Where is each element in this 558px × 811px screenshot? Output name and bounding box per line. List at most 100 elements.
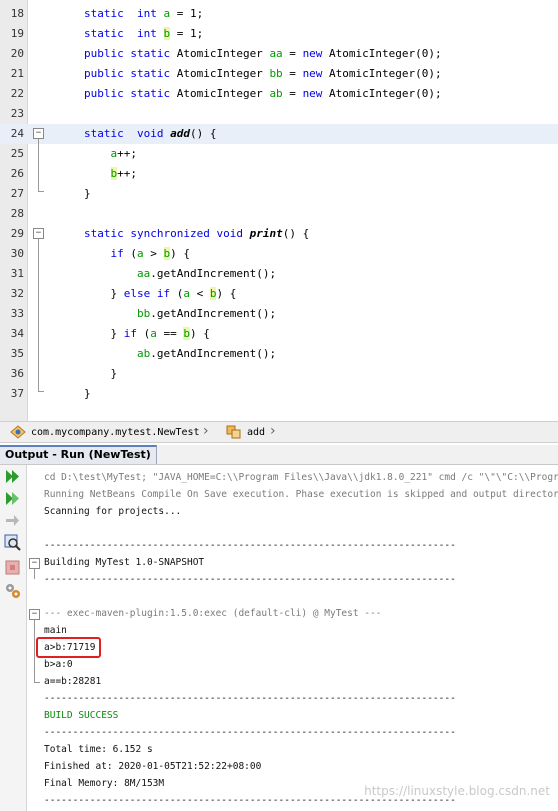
line-number: 36	[10, 367, 24, 380]
code-line[interactable]: 29 static synchronized void print() {	[0, 224, 558, 244]
line-number: 29	[10, 227, 24, 240]
code-line[interactable]: 34 } if (a == b) {	[0, 324, 558, 344]
output-line: Final Memory: 8M/153M	[44, 778, 165, 789]
fold-toggle-output-build[interactable]: −	[29, 558, 40, 569]
watermark: https://linuxstyle.blog.csdn.net	[364, 784, 550, 798]
code-text[interactable]: ab.getAndIncrement();	[84, 344, 276, 364]
code-line[interactable]: 31 aa.getAndIncrement();	[0, 264, 558, 284]
output-tab-bar: Output - Run (NewTest)	[0, 445, 558, 465]
code-editor[interactable]: 18 static int a = 1; 19 static int b = 1; 20…	[0, 0, 558, 421]
rerun-icon[interactable]	[4, 468, 21, 485]
breadcrumb: com.mycompany.mytest.NewTest › add ›	[0, 421, 558, 443]
code-text[interactable]: } if (a == b) {	[84, 324, 210, 344]
code-line[interactable]: 20 public static AtomicInteger aa = new A…	[0, 44, 558, 64]
annotation-highlight-box	[36, 637, 101, 658]
output-line: ----------------------------------------…	[44, 693, 456, 704]
line-number: 32	[10, 287, 24, 300]
output-line: BUILD SUCCESS	[44, 710, 119, 721]
line-number: 19	[10, 27, 24, 40]
code-text[interactable]: static int a = 1;	[84, 4, 203, 24]
inspect-icon[interactable]	[4, 534, 21, 551]
code-line[interactable]: 19 static int b = 1;	[0, 24, 558, 44]
java-class-icon	[10, 425, 26, 439]
code-line[interactable]: 37}	[0, 384, 558, 404]
output-line: Scanning for projects...	[44, 506, 182, 517]
settings-icon[interactable]	[4, 582, 21, 599]
line-number: 37	[10, 387, 24, 400]
code-text[interactable]: }	[84, 184, 91, 204]
code-line[interactable]: 21 public static AtomicInteger bb = new A…	[0, 64, 558, 84]
line-number: 18	[10, 7, 24, 20]
code-text[interactable]: static synchronized void print() {	[84, 224, 309, 244]
code-text[interactable]: public static AtomicInteger aa = new Ato…	[84, 44, 442, 64]
code-line[interactable]: 18 static int a = 1;	[0, 4, 558, 24]
output-line: Running NetBeans Compile On Save executi…	[44, 489, 558, 500]
rerun-with-params-icon[interactable]	[4, 490, 21, 507]
line-number: 35	[10, 347, 24, 360]
line-number: 25	[10, 147, 24, 160]
code-text[interactable]: a++;	[84, 144, 138, 164]
chevron-right-icon: ›	[203, 423, 209, 439]
code-line[interactable]: 26 b++;	[0, 164, 558, 184]
fold-guide	[34, 569, 35, 579]
stop-icon[interactable]	[4, 559, 21, 576]
code-text[interactable]: }	[84, 364, 117, 384]
breadcrumb-method[interactable]: add	[247, 425, 265, 441]
line-number: 22	[10, 87, 24, 100]
chevron-right-icon: ›	[270, 423, 276, 439]
method-icon	[226, 425, 241, 439]
code-line[interactable]: 25 a++;	[0, 144, 558, 164]
code-text[interactable]: static int b = 1;	[84, 24, 203, 44]
code-text[interactable]: aa.getAndIncrement();	[84, 264, 276, 284]
line-number: 33	[10, 307, 24, 320]
code-line[interactable]: 28	[0, 204, 558, 224]
resume-icon[interactable]	[4, 512, 21, 529]
fold-guide	[38, 239, 39, 391]
line-number: 31	[10, 267, 24, 280]
code-line[interactable]: 36 }	[0, 364, 558, 384]
output-line: ----------------------------------------…	[44, 540, 456, 551]
code-text[interactable]: } else if (a < b) {	[84, 284, 236, 304]
output-line: b>a:0	[44, 659, 73, 670]
code-text[interactable]: }	[84, 384, 91, 404]
tab-output-run[interactable]: Output - Run (NewTest)	[0, 445, 157, 464]
fold-guide-end	[38, 391, 44, 392]
code-line[interactable]: 32 } else if (a < b) {	[0, 284, 558, 304]
line-number: 26	[10, 167, 24, 180]
fold-toggle-print[interactable]: −	[33, 228, 44, 239]
output-line: cd D:\test\MyTest; "JAVA_HOME=C:\\Progra…	[44, 472, 558, 483]
code-line[interactable]: 33 bb.getAndIncrement();	[0, 304, 558, 324]
fold-guide-end	[38, 191, 44, 192]
output-toolbar	[0, 465, 27, 811]
code-text[interactable]: static void add() {	[84, 124, 217, 144]
line-number: 20	[10, 47, 24, 60]
code-line[interactable]: 30 if (a > b) {	[0, 244, 558, 264]
code-line[interactable]: 22 public static AtomicInteger ab = new A…	[0, 84, 558, 104]
code-text[interactable]: public static AtomicInteger ab = new Ato…	[84, 84, 442, 104]
code-line[interactable]: 24 static void add() {	[0, 124, 558, 144]
output-line: a==b:28281	[44, 676, 102, 687]
fold-toggle-output-exec[interactable]: −	[29, 609, 40, 620]
line-number: 27	[10, 187, 24, 200]
code-line[interactable]: 23	[0, 104, 558, 124]
output-line: --- exec-maven-plugin:1.5.0:exec (defaul…	[44, 608, 382, 619]
code-text[interactable]: b++;	[84, 164, 137, 184]
line-number: 34	[10, 327, 24, 340]
fold-guide	[34, 620, 35, 682]
code-text[interactable]: bb.getAndIncrement();	[84, 304, 276, 324]
line-number: 30	[10, 247, 24, 260]
fold-guide-end	[34, 682, 40, 683]
code-text[interactable]: public static AtomicInteger bb = new Ato…	[84, 64, 442, 84]
breadcrumb-class[interactable]: com.mycompany.mytest.NewTest	[31, 425, 200, 441]
output-line: Building MyTest 1.0-SNAPSHOT	[44, 557, 205, 568]
output-line: Finished at: 2020-01-05T21:52:22+08:00	[44, 761, 262, 772]
code-text[interactable]: if (a > b) {	[84, 244, 190, 264]
output-line: ----------------------------------------…	[44, 727, 456, 738]
line-number: 23	[10, 107, 24, 120]
output-line: ----------------------------------------…	[44, 574, 456, 585]
line-number: 24	[10, 127, 24, 140]
code-line[interactable]: 35 ab.getAndIncrement();	[0, 344, 558, 364]
fold-toggle-add[interactable]: −	[33, 128, 44, 139]
code-line[interactable]: 27}	[0, 184, 558, 204]
line-number: 21	[10, 67, 24, 80]
